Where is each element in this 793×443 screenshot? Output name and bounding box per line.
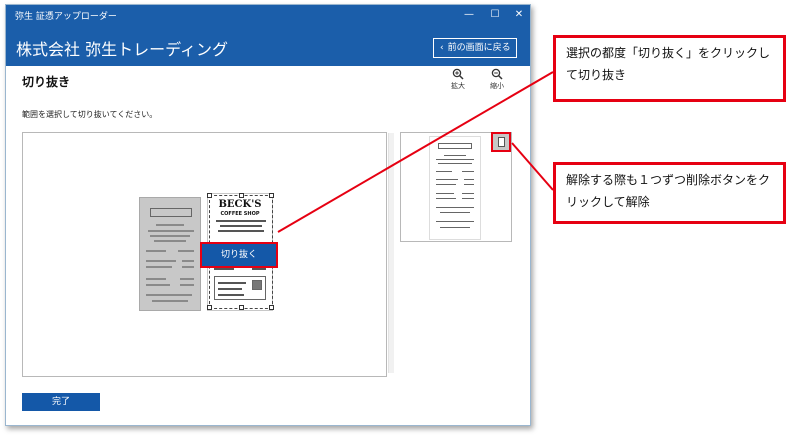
- delete-callout-arrow: [511, 142, 554, 191]
- stage: 弥生 証憑アップローダー — ☐ ✕ 株式会社 弥生トレーディング ‹ 前の画面に…: [0, 0, 793, 443]
- crop-callout-arrow: [277, 71, 554, 233]
- crop-callout: 選択の都度「切り抜く」をクリックして切り抜き: [553, 35, 786, 102]
- delete-callout: 解除する際も１つずつ削除ボタンをクリックして解除: [553, 162, 786, 224]
